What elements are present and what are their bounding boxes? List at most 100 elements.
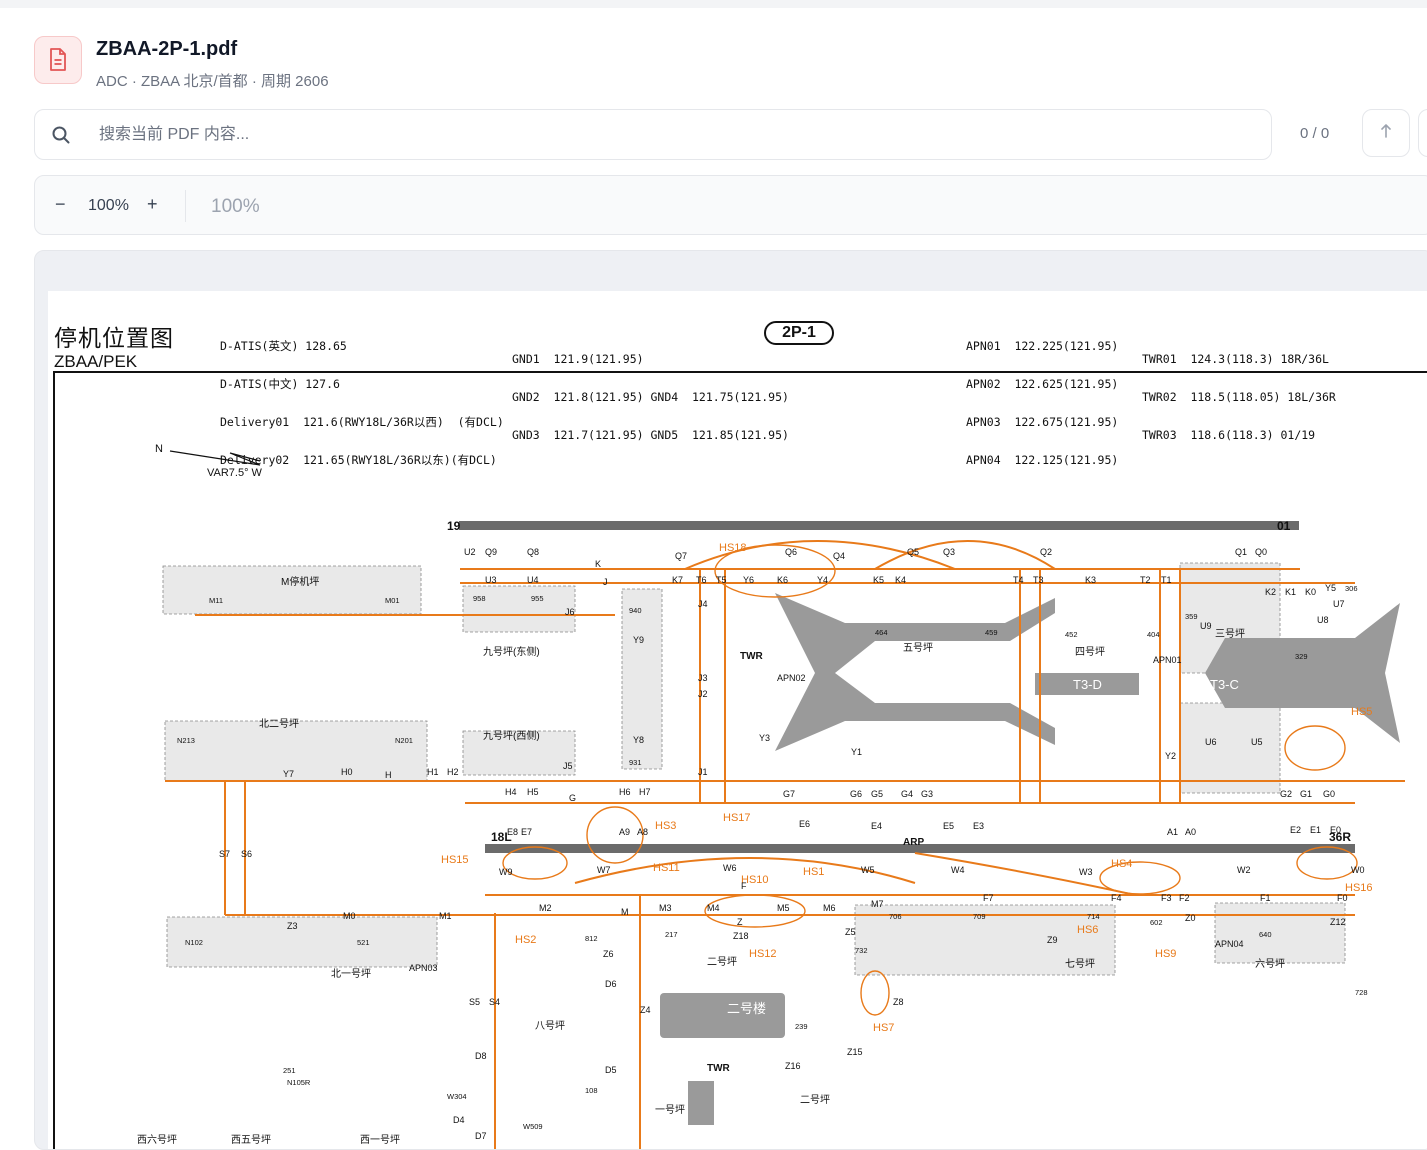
taxiway-label: K3: [1085, 575, 1096, 585]
taxiway-label: Y7: [283, 769, 294, 779]
taxiway-label: E2: [1290, 825, 1301, 835]
hotspot-hs10: [704, 894, 806, 928]
taxiway-label: F3: [1161, 893, 1172, 903]
taxiway-label: F7: [983, 893, 994, 903]
zoom-in-button[interactable]: +: [147, 194, 158, 215]
apron-label: 三号坪: [1215, 627, 1245, 640]
stand-label: 714: [1087, 912, 1100, 921]
stand-label: 706: [889, 912, 902, 921]
chart-code: ZBAA/PEK: [54, 352, 138, 371]
stand-label: 306: [1345, 584, 1358, 593]
taxiway-label: H2: [447, 767, 459, 777]
taxiway-label: G4: [901, 789, 913, 799]
taxiway-label: U3: [485, 575, 497, 585]
taxiway-label: M6: [823, 903, 836, 913]
apron-label: 九号坪(西侧): [483, 729, 540, 742]
stand-label: 404: [1147, 630, 1160, 639]
taxiway-label: M3: [659, 903, 672, 913]
taxiway-label: E3: [973, 821, 984, 831]
apron-3-south: [1179, 702, 1281, 794]
stand-label: 955: [531, 594, 544, 603]
taxiway-label: E0: [1330, 825, 1341, 835]
taxiway-label: U6: [1205, 737, 1217, 747]
stand-label: N213: [177, 736, 195, 745]
taxiway-label: D8: [475, 1051, 487, 1061]
taxiway-label: U8: [1317, 615, 1329, 625]
sheet-id-badge: 2P-1: [764, 321, 834, 345]
taxiway-label: G6: [850, 789, 862, 799]
taxiway-label: H0: [341, 767, 353, 777]
taxiway-label: Q2: [1040, 547, 1052, 557]
taxiway-label: W0: [1351, 865, 1365, 875]
taxiway-label: M2: [539, 903, 552, 913]
taxiway-label: U2: [464, 547, 476, 557]
file-subtitle: ADC · ZBAA 北京/首都 · 周期 2606: [96, 73, 329, 90]
search-prev-button[interactable]: [1362, 109, 1410, 157]
taxiway-label: W9: [499, 867, 513, 877]
taxiway-label: G1: [1300, 789, 1312, 799]
taxiway-label: W6: [723, 863, 737, 873]
apron-label: 四号坪: [1075, 645, 1105, 658]
taxiway-label: Z8: [893, 997, 904, 1007]
apron-label: 七号坪: [1065, 957, 1095, 970]
taxiway-label: F2: [1179, 893, 1190, 903]
taxiway-label: Q5: [907, 547, 919, 557]
apron-label: 西五号坪: [231, 1133, 271, 1146]
taxiway-label: G3: [921, 789, 933, 799]
taxiway-label: Y2: [1165, 751, 1176, 761]
tower-label: TWR: [740, 651, 764, 662]
taxiway-label: Z4: [640, 1005, 651, 1015]
stand-label: W304: [447, 1092, 467, 1101]
taxiway-label: E6: [799, 819, 810, 829]
taxiway-label: K2: [1265, 587, 1276, 597]
file-name: ZBAA-2P-1.pdf: [96, 38, 238, 60]
hotspot-label: HS3: [655, 820, 676, 832]
stand-label: 709: [973, 912, 986, 921]
stand-label: 931: [629, 758, 642, 767]
taxiway-label: H5: [527, 787, 539, 797]
stand-label: 217: [665, 930, 678, 939]
taxiway-label: K: [595, 559, 601, 569]
hotspot-hs3: [586, 806, 644, 864]
taxiway-label: Y9: [633, 635, 644, 645]
taxiway-label: U5: [1251, 737, 1263, 747]
taxiway-label: E8: [507, 827, 518, 837]
apron-label: 北二号坪: [259, 717, 299, 730]
freq-line: TWR01 124.3(118.3) 18R/36L: [1142, 352, 1329, 367]
pdf-file-icon: [34, 36, 82, 84]
taxiway-label: A1: [1167, 827, 1178, 837]
taxiway-label: J1: [698, 767, 708, 777]
apron-label: 六号坪: [1255, 957, 1285, 970]
taxiway-label: U7: [1333, 599, 1345, 609]
taxiway-label: E4: [871, 821, 882, 831]
taxiway-label: M: [621, 907, 629, 917]
taxiway-label: Q4: [833, 551, 845, 561]
taxiway-label: J: [603, 577, 608, 587]
toolbar-divider: [185, 190, 186, 222]
stand-label: 459: [985, 628, 998, 637]
taxiway-label: Z16: [785, 1061, 801, 1071]
taxiway-label: Z5: [845, 927, 856, 937]
taxiway-label: T1: [1161, 575, 1172, 585]
taxiway-label: W4: [951, 865, 965, 875]
zoom-toolbar: − 100% + 100%: [34, 175, 1427, 235]
pdf-search-input[interactable]: [97, 122, 1197, 148]
terminal-label: T3-E: [943, 677, 972, 692]
pdf-search-bar: [34, 109, 1272, 160]
taxiway-label: Y8: [633, 735, 644, 745]
file-header: ZBAA-2P-1.pdf ADC · ZBAA 北京/首都 · 周期 2606: [34, 36, 329, 91]
taxiway-label: U4: [527, 575, 539, 585]
taxiway-label: A9: [619, 827, 630, 837]
taxiway-label: Z15: [847, 1047, 863, 1057]
apron-label: 一号坪: [655, 1103, 685, 1116]
taxiway-label: K0: [1305, 587, 1316, 597]
hotspot-label: HS15: [441, 854, 469, 866]
pdf-viewer[interactable]: 停机位置图 ZBAA/PEK D-ATIS(英文) 128.65 D-ATIS(…: [34, 250, 1427, 1150]
taxiway-label: Y1: [851, 747, 862, 757]
taxiway-label: F: [741, 881, 747, 891]
zoom-out-button[interactable]: −: [55, 194, 66, 215]
taxiway-label: E1: [1310, 825, 1321, 835]
stand-label: 108: [585, 1086, 598, 1095]
search-next-button[interactable]: [1418, 109, 1427, 157]
apron-label: 八号坪: [535, 1019, 565, 1032]
